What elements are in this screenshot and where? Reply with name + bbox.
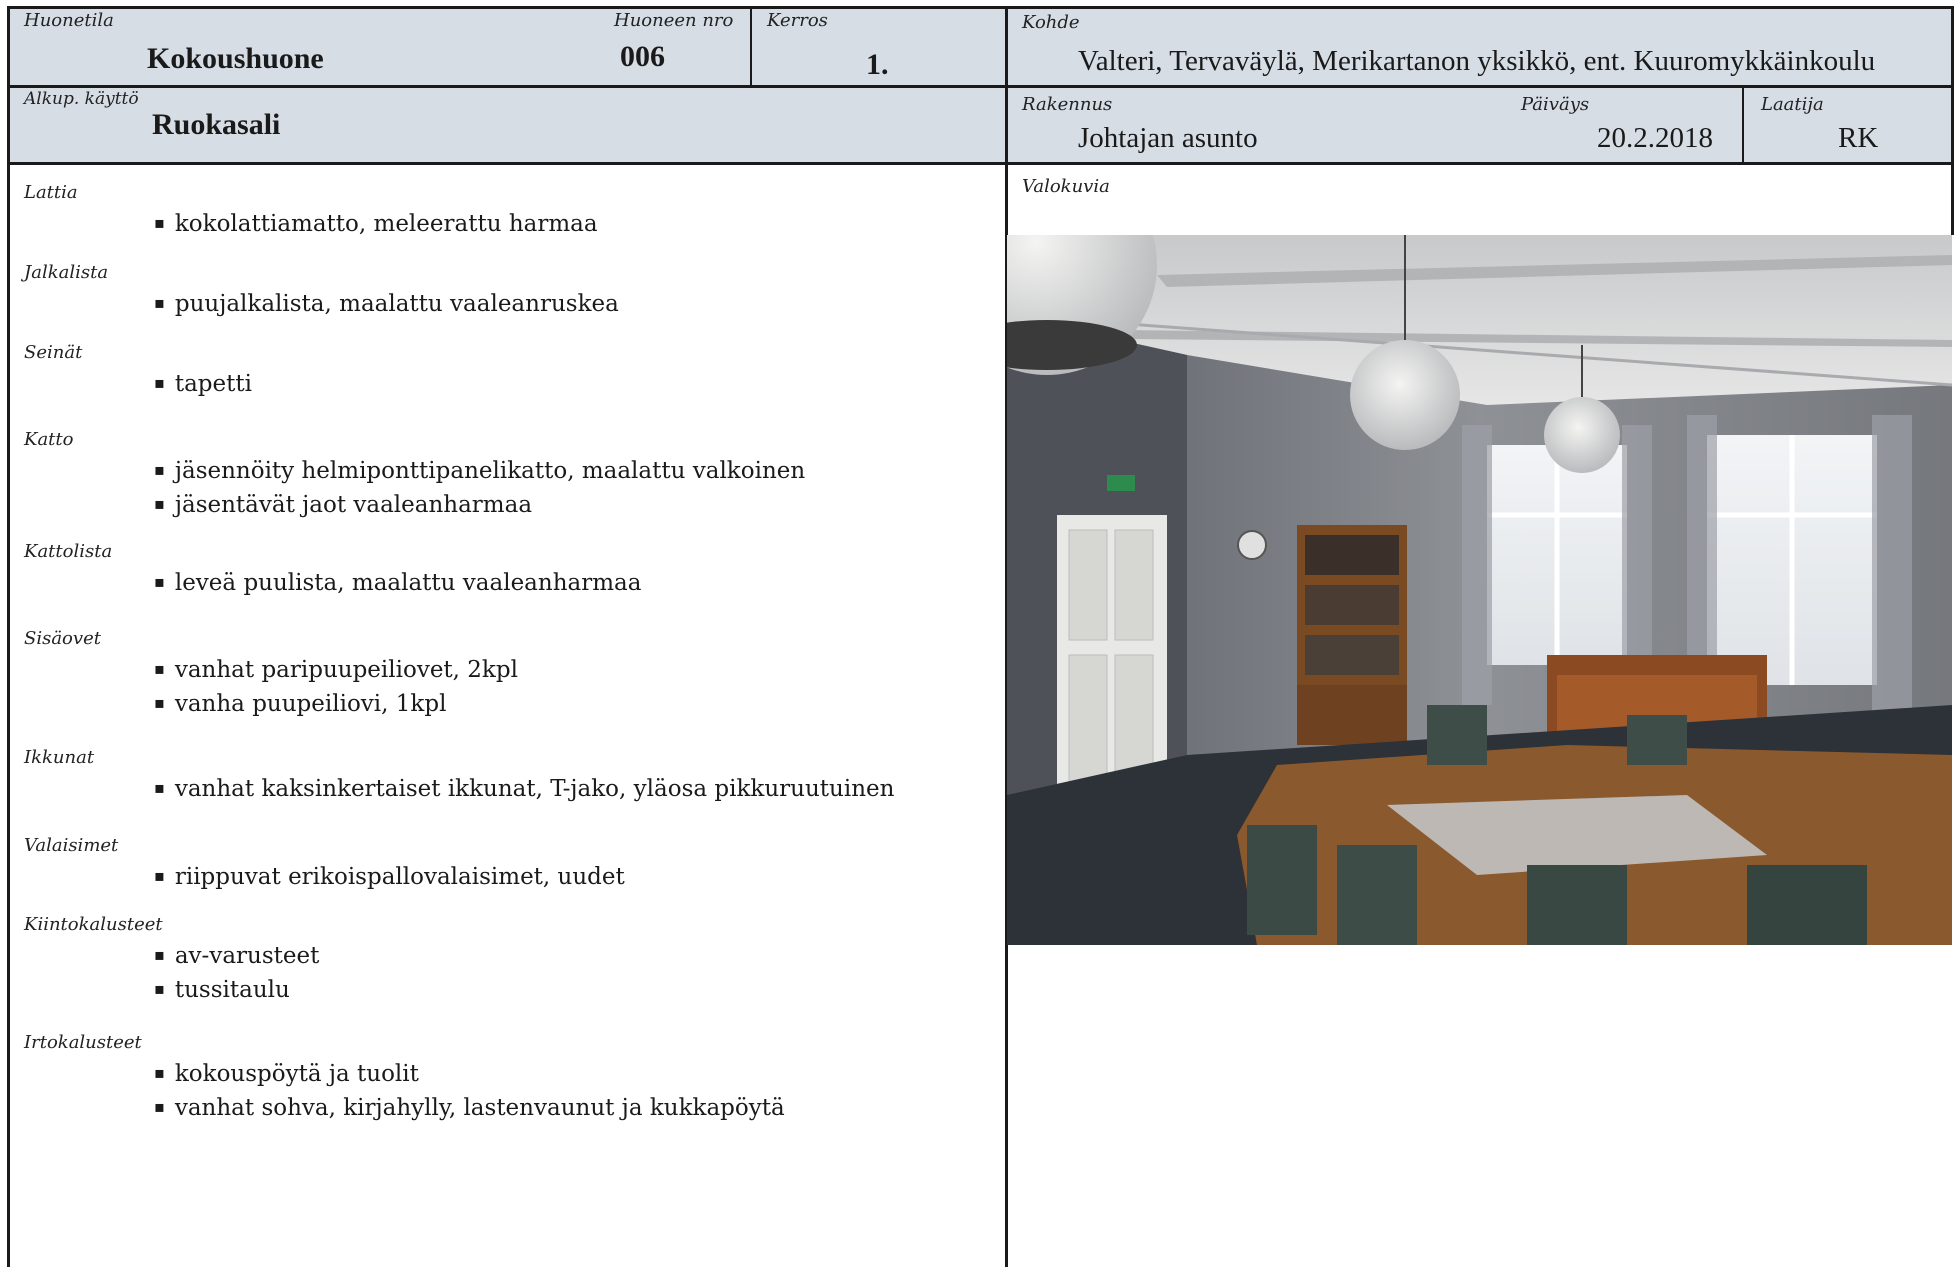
rule-kerros [750, 6, 752, 87]
rule-photo-right [1951, 165, 1954, 235]
section-label: Kiintokalusteet [24, 914, 163, 935]
list-item: vanhat sohva, kirjahylly, lastenvaunut j… [154, 1092, 1004, 1126]
section-label: Seinät [24, 342, 83, 363]
section-kattolista: Kattolista leveä puulista, maalattu vaal… [24, 539, 1004, 601]
rule-top [7, 6, 1954, 9]
section-label: Jalkalista [24, 262, 109, 283]
list-item: av-varusteet [154, 940, 1004, 974]
laatija-label: Laatija [1761, 94, 1824, 115]
huoneen-nro-value: 006 [620, 40, 665, 73]
rule-header-bottom [7, 162, 1954, 165]
alkup-kaytto-label: Alkup. käyttö [24, 89, 139, 109]
section-label: Sisäovet [24, 628, 101, 649]
valokuvia-label: Valokuvia [1022, 176, 1110, 197]
section-label: Irtokalusteet [24, 1032, 142, 1053]
laatija-value: RK [1838, 122, 1879, 154]
section-sisaovet: Sisäovet vanhat paripuupeiliovet, 2kpl v… [24, 626, 1004, 722]
section-label: Kattolista [24, 541, 113, 562]
list-item: vanhat paripuupeiliovet, 2kpl [154, 654, 1004, 688]
paivays-value: 20.2.2018 [1597, 122, 1713, 154]
section-seinat: Seinät tapetti [24, 340, 1004, 402]
paivays-label: Päiväys [1521, 94, 1590, 115]
list-item: tapetti [154, 368, 1004, 402]
list-item: jäsentävät jaot vaaleanharmaa [154, 489, 1004, 523]
huonetila-label: Huonetila [24, 10, 114, 31]
section-label: Valaisimet [24, 835, 119, 856]
room-card: Huonetila Kokoushuone Huoneen nro 006 Ke… [0, 0, 1959, 1267]
section-lattia: Lattia kokolattiamatto, meleerattu harma… [24, 180, 1004, 242]
rule-left [7, 6, 10, 1267]
list-item: tussitaulu [154, 974, 1004, 1008]
section-kiintokalusteet: Kiintokalusteet av-varusteet tussitaulu [24, 912, 1004, 1008]
rule-right [1951, 6, 1954, 165]
list-item: vanhat kaksinkertaiset ikkunat, T-jako, … [154, 773, 1004, 807]
rule-row-divider [7, 85, 1954, 88]
kerros-label: Kerros [767, 10, 828, 31]
rule-laatija [1742, 86, 1744, 164]
list-item: kokouspöytä ja tuolit [154, 1058, 1004, 1092]
section-katto: Katto jäsennöity helmiponttipanelikatto,… [24, 427, 1004, 523]
kohde-value: Valteri, Tervaväylä, Merikartanon yksikk… [1078, 45, 1876, 77]
list-item: jäsennöity helmiponttipanelikatto, maala… [154, 455, 1004, 489]
section-label: Ikkunat [24, 747, 95, 768]
section-ikkunat: Ikkunat vanhat kaksinkertaiset ikkunat, … [24, 745, 1004, 807]
huoneen-nro-label: Huoneen nro [614, 10, 734, 31]
room-photo [1007, 235, 1952, 945]
list-item: kokolattiamatto, meleerattu harmaa [154, 208, 1004, 242]
section-jalkalista: Jalkalista puujalkalista, maalattu vaale… [24, 260, 1004, 322]
huonetila-value: Kokoushuone [147, 42, 324, 75]
list-item: vanha puupeiliovi, 1kpl [154, 688, 1004, 722]
section-irtokalusteet: Irtokalusteet kokouspöytä ja tuolit vanh… [24, 1030, 1004, 1126]
kerros-value: 1. [866, 48, 889, 81]
list-item: puujalkalista, maalattu vaaleanruskea [154, 288, 1004, 322]
section-label: Lattia [24, 182, 78, 203]
rakennus-label: Rakennus [1022, 94, 1113, 115]
section-valaisimet: Valaisimet riippuvat erikoispallovalaisi… [24, 833, 1004, 895]
list-item: riippuvat erikoispallovalaisimet, uudet [154, 861, 1004, 895]
kohde-label: Kohde [1022, 12, 1080, 33]
alkup-kaytto-value: Ruokasali [152, 108, 281, 141]
section-label: Katto [24, 429, 74, 450]
rakennus-value: Johtajan asunto [1078, 122, 1258, 154]
list-item: leveä puulista, maalattu vaaleanharmaa [154, 567, 1004, 601]
